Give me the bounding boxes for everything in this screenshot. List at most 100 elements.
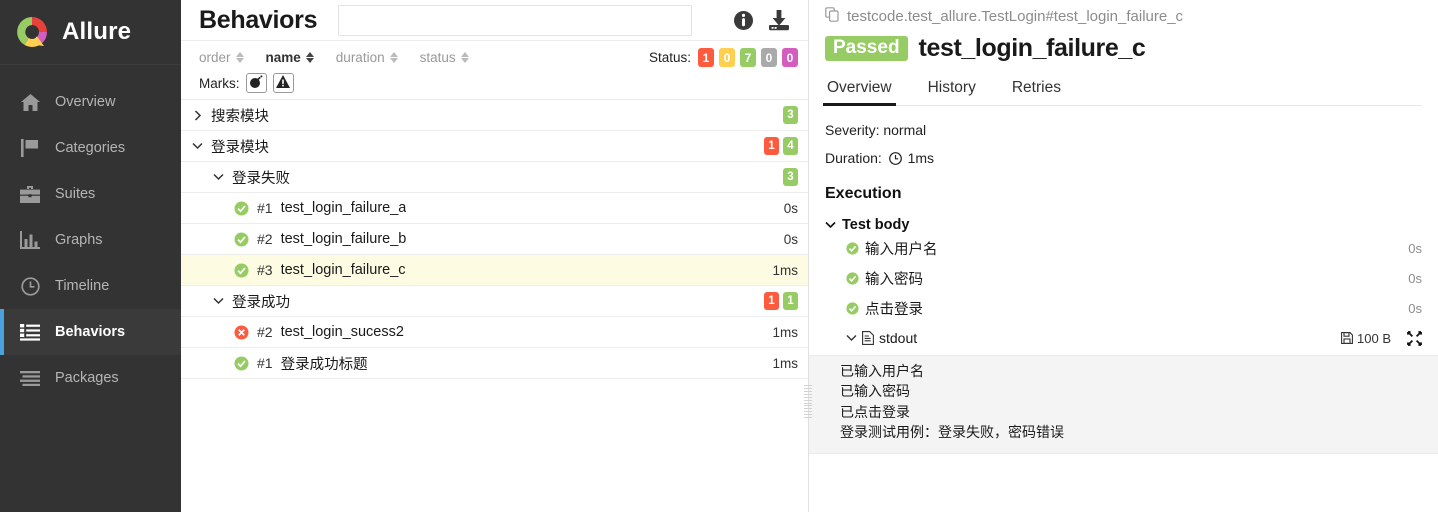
search-input[interactable] bbox=[338, 5, 692, 36]
test-name: 登录成功标题 bbox=[281, 353, 368, 374]
test-body-toggle[interactable]: Test body bbox=[825, 217, 1422, 233]
sidebar: Allure Overview Categories Suites bbox=[0, 0, 181, 512]
tree-test-row-selected[interactable]: #3 test_login_failure_c 1ms bbox=[181, 255, 808, 286]
sort-and-filter-bar: order name duration status Status: bbox=[181, 40, 808, 100]
marks-label: Marks: bbox=[199, 76, 240, 91]
sidebar-item-label: Categories bbox=[55, 140, 125, 156]
status-badge-skipped[interactable]: 0 bbox=[761, 48, 777, 67]
detail-tabs: Overview History Retries bbox=[825, 75, 1422, 106]
tree-group-row[interactable]: 登录成功 1 1 bbox=[181, 286, 808, 317]
home-icon bbox=[19, 92, 41, 112]
newfailed-mark-button[interactable] bbox=[273, 73, 294, 93]
breadcrumb[interactable]: testcode.test_allure.TestLogin#test_logi… bbox=[825, 0, 1422, 32]
badge-passed: 3 bbox=[783, 106, 798, 124]
sort-by-duration[interactable]: duration bbox=[336, 50, 398, 65]
allure-report-app: Allure Overview Categories Suites bbox=[0, 0, 1438, 512]
chevron-down-icon bbox=[825, 217, 836, 233]
expand-icon[interactable] bbox=[1407, 331, 1422, 346]
sidebar-item-timeline[interactable]: Timeline bbox=[0, 263, 181, 309]
tree-test-row[interactable]: #2 test_login_sucess2 1ms bbox=[181, 317, 808, 348]
info-circle-icon[interactable] bbox=[733, 10, 754, 31]
sidebar-item-graphs[interactable]: Graphs bbox=[0, 217, 181, 263]
tree-test-row[interactable]: #1 test_login_failure_a 0s bbox=[181, 193, 808, 224]
panel-resize-handle[interactable] bbox=[804, 385, 812, 418]
tree-group-label: 登录模块 bbox=[211, 136, 269, 157]
step-label: 点击登录 bbox=[865, 298, 923, 319]
sidebar-item-behaviors[interactable]: Behaviors bbox=[0, 309, 181, 355]
step-label: 输入用户名 bbox=[865, 238, 938, 259]
status-badge-unknown[interactable]: 0 bbox=[782, 48, 798, 67]
brand-header[interactable]: Allure bbox=[0, 0, 181, 65]
tab-overview[interactable]: Overview bbox=[825, 75, 894, 105]
attachment-size: 100 B bbox=[1357, 331, 1391, 346]
attachment-row[interactable]: stdout 100 B bbox=[825, 323, 1422, 353]
attachment-content: 已输入用户名 已输入密码 已点击登录 登录测试用例：登录失败，密码错误 bbox=[809, 355, 1438, 454]
status-passed-icon bbox=[234, 201, 249, 216]
chevron-down-icon bbox=[213, 297, 224, 305]
tree-group-badges: 3 bbox=[783, 168, 798, 186]
status-badge: Passed bbox=[825, 36, 908, 62]
marks-row: Marks: bbox=[199, 73, 798, 93]
behaviors-panel: Behaviors order name bbox=[181, 0, 809, 512]
status-filter-group: Status: 1 0 7 0 0 bbox=[649, 48, 798, 67]
status-passed-icon bbox=[234, 356, 249, 371]
test-body-label: Test body bbox=[842, 217, 909, 233]
tree-test-row[interactable]: #2 test_login_failure_b 0s bbox=[181, 224, 808, 255]
chevron-right-icon bbox=[192, 110, 203, 121]
sidebar-item-label: Packages bbox=[55, 370, 119, 386]
tab-history[interactable]: History bbox=[926, 75, 978, 105]
status-passed-icon bbox=[234, 232, 249, 247]
tree-group-row[interactable]: 搜索模块 3 bbox=[181, 100, 808, 131]
sidebar-item-categories[interactable]: Categories bbox=[0, 125, 181, 171]
badge-passed: 3 bbox=[783, 168, 798, 186]
download-icon[interactable] bbox=[768, 10, 790, 31]
test-order-number: #1 bbox=[257, 355, 273, 371]
status-filter-label: Status: bbox=[649, 50, 691, 65]
tree-group-row[interactable]: 登录失败 3 bbox=[181, 162, 808, 193]
save-icon bbox=[1341, 332, 1353, 344]
status-failed-icon bbox=[234, 325, 249, 340]
test-duration: 1ms bbox=[760, 263, 798, 278]
behaviors-tree: 搜索模块 3 登录模块 1 4 bbox=[181, 100, 808, 512]
tree-group-label: 搜索模块 bbox=[211, 105, 269, 126]
status-badge-broken[interactable]: 0 bbox=[719, 48, 735, 67]
duration-value: 1ms bbox=[908, 150, 934, 166]
test-duration: 1ms bbox=[760, 325, 798, 340]
chevron-down-icon bbox=[846, 334, 858, 342]
list-icon bbox=[19, 322, 41, 342]
step-duration: 0s bbox=[1408, 301, 1422, 316]
status-badge-failed[interactable]: 1 bbox=[698, 48, 714, 67]
flaky-mark-button[interactable] bbox=[246, 73, 267, 93]
test-duration: 0s bbox=[772, 232, 798, 247]
copy-icon[interactable] bbox=[825, 7, 840, 26]
sort-by-order[interactable]: order bbox=[199, 50, 244, 65]
step-row[interactable]: 点击登录 0s bbox=[825, 293, 1422, 323]
sort-label: status bbox=[420, 50, 456, 65]
badge-failed: 1 bbox=[764, 137, 779, 155]
step-row[interactable]: 输入用户名 0s bbox=[825, 233, 1422, 263]
tree-test-row[interactable]: #1 登录成功标题 1ms bbox=[181, 348, 808, 379]
attachment-actions: 100 B bbox=[1341, 331, 1422, 346]
attachment-size-group[interactable]: 100 B bbox=[1341, 331, 1391, 346]
severity-row: Severity: normal bbox=[825, 122, 1422, 138]
test-order-number: #1 bbox=[257, 200, 273, 216]
warning-icon bbox=[276, 75, 290, 91]
sort-by-status[interactable]: status bbox=[420, 50, 469, 65]
header-icon-group bbox=[733, 10, 796, 31]
sort-by-name[interactable]: name bbox=[266, 50, 314, 65]
sidebar-item-suites[interactable]: Suites bbox=[0, 171, 181, 217]
sidebar-item-packages[interactable]: Packages bbox=[0, 355, 181, 401]
sidebar-item-overview[interactable]: Overview bbox=[0, 79, 181, 125]
sort-arrows-icon bbox=[390, 52, 398, 63]
tree-group-row[interactable]: 登录模块 1 4 bbox=[181, 131, 808, 162]
allure-logo-icon bbox=[14, 14, 50, 50]
sort-label: name bbox=[266, 50, 301, 65]
status-badge-passed[interactable]: 7 bbox=[740, 48, 756, 67]
sort-label: order bbox=[199, 50, 231, 65]
badge-passed: 4 bbox=[783, 137, 798, 155]
step-duration: 0s bbox=[1408, 241, 1422, 256]
badge-passed: 1 bbox=[783, 292, 798, 310]
status-passed-icon bbox=[846, 302, 859, 315]
tab-retries[interactable]: Retries bbox=[1010, 75, 1063, 105]
step-row[interactable]: 输入密码 0s bbox=[825, 263, 1422, 293]
